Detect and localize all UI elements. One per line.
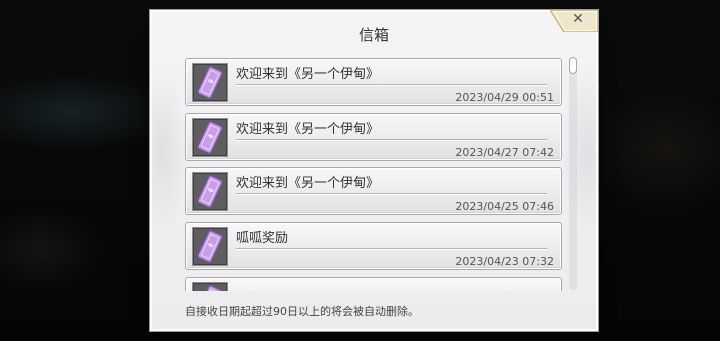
mail-title: 欢迎来到《另一个伊甸》 <box>236 67 380 82</box>
mail-date: 2023/04/27 07:42 <box>455 146 554 159</box>
mail-item[interactable]: 欢迎来到《另一个伊甸》 2023/04/29 00:51 <box>185 58 562 106</box>
title-divider <box>236 248 547 249</box>
ticket-icon <box>192 63 228 102</box>
game-screen: 信箱 ✕ 欢迎来到《另一个伊甸》 2023/04/29 00:51 欢迎来到《另… <box>0 0 720 341</box>
ticket-icon <box>192 227 228 266</box>
close-icon[interactable]: ✕ <box>567 10 589 28</box>
ticket-icon <box>192 118 228 157</box>
mail-list: 欢迎来到《另一个伊甸》 2023/04/29 00:51 欢迎来到《另一个伊甸》 <box>185 56 565 291</box>
title-divider <box>236 193 547 194</box>
mail-item[interactable] <box>185 277 562 291</box>
mail-date: 2023/04/25 07:46 <box>455 200 554 213</box>
title-divider <box>236 84 547 85</box>
mail-title: 欢迎来到《另一个伊甸》 <box>236 176 380 191</box>
mail-title: 呱呱奖励 <box>236 231 289 246</box>
mail-title: 欢迎来到《另一个伊甸》 <box>236 122 380 137</box>
dialog-title: 信箱 <box>358 26 389 44</box>
mail-item[interactable]: 欢迎来到《另一个伊甸》 2023/04/25 07:46 <box>185 167 562 215</box>
ticket-icon <box>192 282 228 291</box>
close-button[interactable]: ✕ <box>550 10 598 32</box>
title-divider <box>236 139 547 140</box>
mailbox-dialog: 信箱 ✕ 欢迎来到《另一个伊甸》 2023/04/29 00:51 欢迎来到《另… <box>150 10 598 331</box>
auto-delete-note: 自接收日期起超过90日以上的将会被自动删除。 <box>185 305 419 318</box>
ticket-icon <box>192 172 228 211</box>
mail-date: 2023/04/23 07:32 <box>455 255 554 268</box>
mail-date: 2023/04/29 00:51 <box>455 91 554 104</box>
scrollbar-thumb[interactable] <box>569 57 577 74</box>
scrollbar[interactable] <box>569 57 577 290</box>
mail-item[interactable]: 欢迎来到《另一个伊甸》 2023/04/27 07:42 <box>185 113 562 161</box>
mail-item[interactable]: 呱呱奖励 2023/04/23 07:32 <box>185 222 562 270</box>
